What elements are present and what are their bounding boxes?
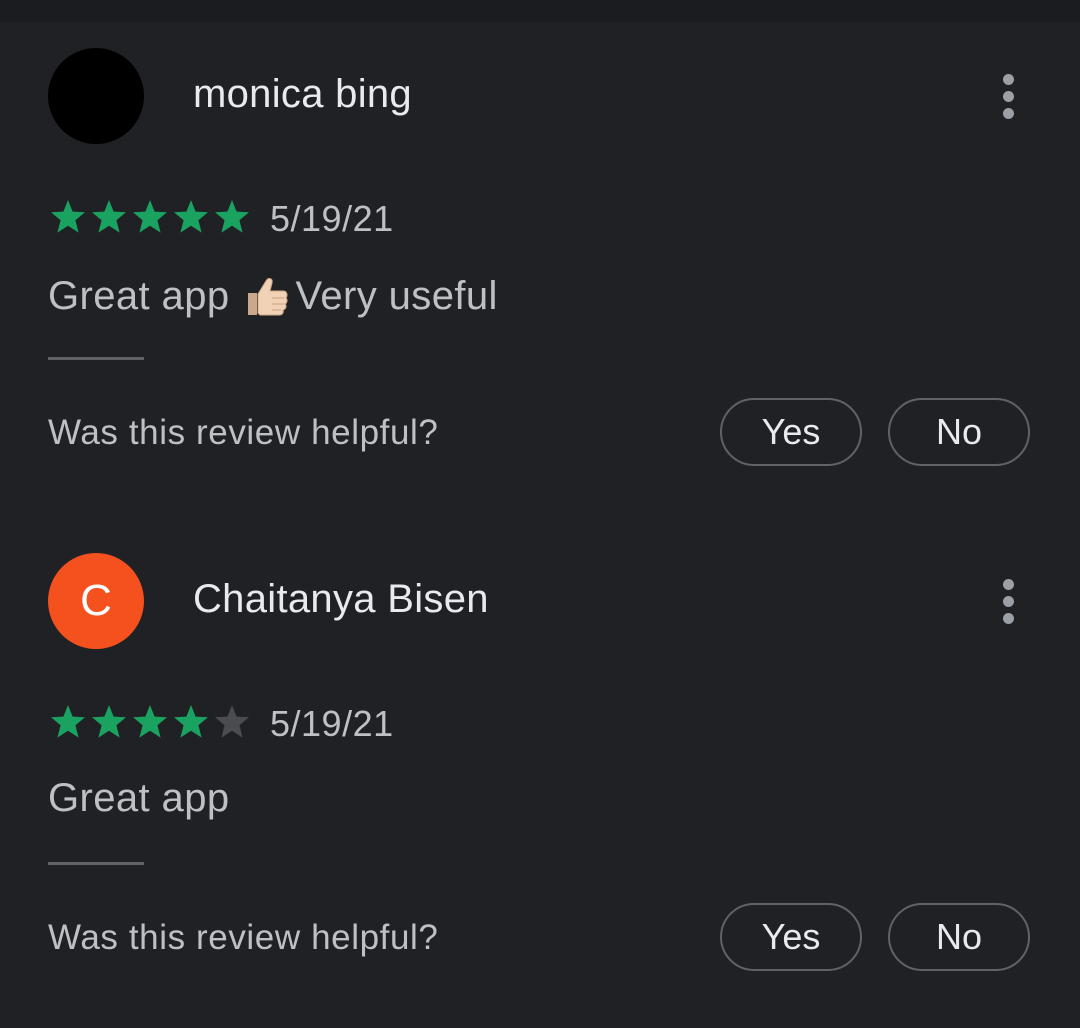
divider [48, 862, 144, 865]
reviewer-name: monica bing [193, 72, 412, 116]
avatar[interactable]: C [48, 553, 144, 649]
review-text-part: Very useful [295, 273, 498, 318]
avatar-letter: C [80, 576, 112, 625]
star-filled-icon [133, 705, 167, 738]
reviewer-name: Chaitanya Bisen [193, 577, 489, 621]
review-card: monica bing 5/19/21 Great app Very usefu… [0, 0, 1080, 505]
star-filled-icon [92, 200, 126, 233]
helpful-yes-button[interactable]: Yes [720, 903, 862, 971]
review-text: Great app Very useful [48, 271, 498, 321]
star-filled-icon [51, 200, 85, 233]
divider [48, 357, 144, 360]
review-date: 5/19/21 [270, 703, 394, 744]
more-options-icon[interactable] [990, 72, 1026, 120]
review-card: C Chaitanya Bisen 5/19/21 Great app Was … [0, 505, 1080, 1010]
star-empty-icon [215, 705, 249, 738]
helpful-yes-button[interactable]: Yes [720, 398, 862, 466]
star-filled-icon [92, 705, 126, 738]
helpful-no-button[interactable]: No [888, 903, 1030, 971]
helpful-no-button[interactable]: No [888, 398, 1030, 466]
star-filled-icon [174, 705, 208, 738]
star-filled-icon [51, 705, 85, 738]
star-rating [48, 197, 253, 237]
star-rating [48, 702, 253, 742]
thumbs-up-icon [247, 278, 288, 316]
more-options-icon[interactable] [990, 577, 1026, 625]
helpful-question: Was this review helpful? [48, 413, 439, 452]
review-text-part: Great app [48, 776, 230, 820]
review-date: 5/19/21 [270, 198, 394, 239]
helpful-question: Was this review helpful? [48, 918, 439, 957]
review-text-part: Great app [48, 273, 230, 318]
star-filled-icon [174, 200, 208, 233]
star-filled-icon [215, 200, 249, 233]
star-filled-icon [133, 200, 167, 233]
avatar[interactable] [48, 48, 144, 144]
review-text: Great app [48, 776, 230, 821]
